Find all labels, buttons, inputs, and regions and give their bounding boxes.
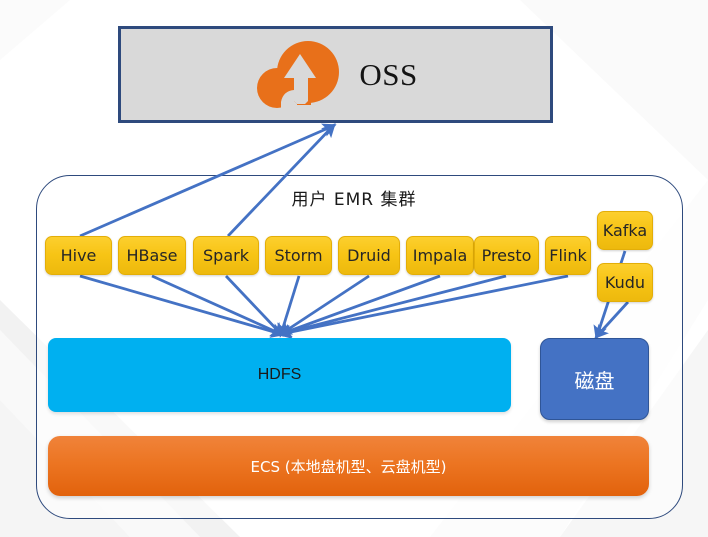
service-chip-label: Flink — [549, 246, 587, 265]
oss-panel[interactable]: OSS — [118, 26, 553, 123]
service-chip-hbase[interactable]: HBase — [118, 236, 186, 275]
service-chip-label: HBase — [126, 246, 178, 265]
hdfs-block[interactable]: HDFS — [48, 338, 511, 412]
service-chip-label: Kafka — [602, 221, 648, 240]
aliyun-oss-cloud-icon — [257, 40, 340, 108]
oss-label: OSS — [359, 57, 418, 92]
service-chip-kudu[interactable]: Kudu — [597, 263, 653, 302]
service-chip-flink[interactable]: Flink — [545, 236, 591, 275]
service-chip-hive[interactable]: Hive — [45, 236, 112, 275]
service-chip-label: Druid — [347, 246, 391, 265]
service-chip-label: Kudu — [604, 273, 646, 292]
service-chip-kafka[interactable]: Kafka — [597, 211, 653, 250]
service-chip-label: Impala — [412, 246, 468, 265]
service-chip-storm[interactable]: Storm — [265, 236, 332, 275]
ecs-label: ECS (本地盘机型、云盘机型) — [250, 457, 447, 476]
ecs-block[interactable]: ECS (本地盘机型、云盘机型) — [48, 436, 649, 496]
service-chip-presto[interactable]: Presto — [474, 236, 539, 275]
service-chip-label: Spark — [203, 246, 249, 265]
service-chip-label: Presto — [481, 246, 532, 265]
service-chip-spark[interactable]: Spark — [193, 236, 259, 275]
service-chip-druid[interactable]: Druid — [338, 236, 400, 275]
disk-block[interactable]: 磁盘 — [540, 338, 649, 420]
disk-label: 磁盘 — [574, 368, 615, 393]
service-chip-impala[interactable]: Impala — [406, 236, 474, 275]
service-chip-label: Storm — [274, 246, 323, 265]
cluster-title: 用户 EMR 集群 — [291, 190, 417, 210]
diagram-canvas: 用户 EMR 集群 OSS Hive HBase Spark Storm Dru… — [0, 0, 708, 537]
service-chip-label: Hive — [60, 246, 97, 265]
hdfs-label: HDFS — [257, 366, 302, 383]
